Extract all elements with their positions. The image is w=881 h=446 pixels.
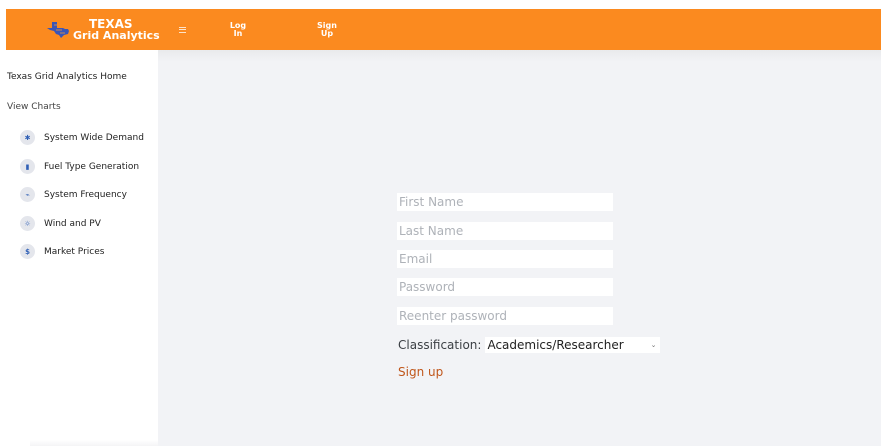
sidebar-bottom-shadow — [30, 440, 158, 446]
sidebar-view-charts-heading[interactable]: View Charts — [7, 102, 61, 112]
sidebar-item-label: Market Prices — [44, 246, 105, 257]
password-field[interactable] — [397, 278, 613, 296]
header-shadow — [158, 50, 881, 62]
texas-logo-icon — [47, 21, 69, 38]
last-name-field[interactable] — [397, 222, 613, 240]
sidebar-item-wind-and-pv[interactable]: ☼ Wind and PV — [20, 216, 101, 231]
sidebar-item-system-frequency[interactable]: ⌁ System Frequency — [20, 187, 127, 202]
sidebar-item-fuel-type-generation[interactable]: ▮ Fuel Type Generation — [20, 159, 139, 174]
classification-label: Classification: — [398, 338, 482, 352]
signup-nav-link[interactable]: Sign Up — [316, 21, 338, 38]
classification-row: Classification: Academics/Researcher ⌄ — [398, 337, 661, 353]
menu-toggle-icon[interactable] — [179, 26, 186, 33]
sidebar-item-label: System Wide Demand — [44, 132, 144, 143]
pulse-icon: ⌁ — [20, 187, 35, 202]
chevron-down-icon: ⌄ — [650, 341, 657, 349]
sidebar-home-link[interactable]: Texas Grid Analytics Home — [7, 72, 127, 82]
brand-subtitle: Grid Analytics — [73, 28, 160, 42]
sun-icon: ☼ — [20, 216, 35, 231]
classification-select[interactable]: Academics/Researcher ⌄ — [485, 337, 661, 353]
sidebar-item-label: Wind and PV — [44, 218, 101, 229]
main-content — [158, 50, 881, 446]
top-navbar: TEXAS Grid Analytics Log In Sign Up — [6, 9, 881, 50]
classification-value: Academics/Researcher — [487, 338, 624, 352]
first-name-field[interactable] — [397, 193, 613, 211]
fuel-icon: ▮ — [20, 159, 35, 174]
reenter-password-field[interactable] — [397, 307, 613, 325]
brand[interactable]: TEXAS Grid Analytics — [46, 16, 170, 42]
brand-title: TEXAS — [89, 16, 133, 31]
sidebar-item-system-wide-demand[interactable]: ✱ System Wide Demand — [20, 130, 144, 145]
email-field[interactable] — [397, 250, 613, 268]
login-link[interactable]: Log In — [227, 21, 249, 38]
sidebar-item-market-prices[interactable]: $ Market Prices — [20, 244, 104, 259]
sidebar: Texas Grid Analytics Home View Charts ✱ … — [0, 50, 158, 446]
sign-up-button[interactable]: Sign up — [398, 365, 443, 379]
dollar-icon: $ — [20, 244, 35, 259]
sidebar-item-label: Fuel Type Generation — [44, 161, 140, 172]
sidebar-item-label: System Frequency — [44, 189, 127, 200]
lightbulb-icon: ✱ — [20, 130, 35, 145]
